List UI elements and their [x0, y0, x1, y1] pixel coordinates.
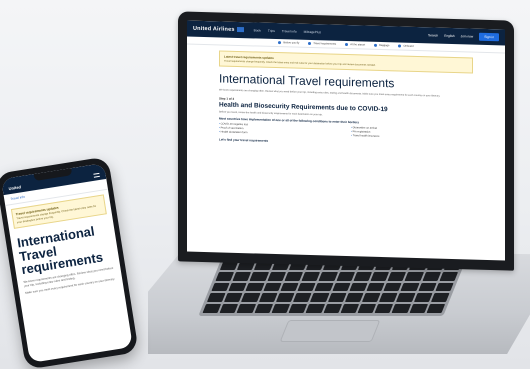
keyboard-key	[387, 271, 407, 281]
join-link[interactable]: Join now	[461, 34, 474, 38]
keyboard-key	[422, 271, 441, 281]
nav-link-mileageplus[interactable]: MileagePlus	[304, 30, 321, 34]
phone: United Travel info Travel requirements u…	[0, 156, 139, 369]
keyboard-key	[250, 271, 269, 281]
subnav-item-baggage[interactable]: Baggage	[374, 43, 389, 47]
keyboard-key	[258, 293, 278, 303]
laptop-trackpad	[279, 320, 381, 342]
keyboard-key	[426, 304, 446, 313]
nav-link-trips[interactable]: Trips	[268, 29, 275, 33]
subnav-item-travel-requirements[interactable]: Travel requirements	[308, 41, 336, 46]
keyboard-key	[404, 271, 424, 281]
search-link[interactable]: Search	[428, 33, 438, 37]
keyboard-key	[232, 271, 252, 281]
bag-icon	[374, 43, 378, 47]
keyboard-key	[357, 304, 377, 313]
keyboard-key	[340, 304, 359, 313]
keyboard-key	[271, 304, 291, 313]
main-nav: Book Trips Travel info MileagePlus	[254, 28, 321, 34]
keyboard-key	[435, 282, 454, 292]
page-body: Latest travel requirements updates Trave…	[187, 45, 505, 155]
keyboard-key	[228, 282, 248, 292]
keyboard-key	[318, 271, 338, 281]
keyboard-key	[254, 304, 273, 313]
keyboard-key	[241, 293, 261, 303]
nav-link-travel-info[interactable]: Travel info	[282, 29, 297, 33]
device-mockup-scene: United Airlines Book Trips Travel info M…	[0, 0, 530, 369]
keyboard-key	[322, 304, 342, 313]
subnav-item-airport[interactable]: At the airport	[345, 42, 365, 47]
keyboard-key	[301, 271, 321, 281]
keyboard-key	[305, 304, 325, 313]
nav-link-book[interactable]: Book	[254, 28, 261, 32]
keyboard-key	[439, 271, 459, 281]
keyboard-key	[327, 293, 347, 303]
keyboard-key	[215, 271, 235, 281]
keyboard-key	[366, 282, 385, 292]
alert-banner: Latest travel requirements updates Trave…	[219, 50, 473, 74]
document-icon	[308, 41, 312, 46]
keyboard-key	[391, 304, 411, 313]
keyboard-key	[288, 304, 308, 313]
keyboard-key	[361, 293, 381, 303]
keyboard-key	[202, 304, 222, 313]
keyboard-key	[292, 293, 312, 303]
keyboard-key	[348, 282, 368, 292]
keyboard-key	[417, 282, 437, 292]
subnav-item-onboard[interactable]: Onboard	[398, 44, 414, 48]
keyboard-key	[211, 282, 230, 292]
keyboard-key	[409, 304, 428, 313]
airport-icon	[345, 42, 349, 47]
laptop-screen: United Airlines Book Trips Travel info M…	[187, 20, 505, 261]
keyboard-key	[297, 282, 317, 292]
plane-icon	[278, 41, 282, 45]
keyboard-key	[331, 282, 351, 292]
keyboard-key	[344, 293, 364, 303]
keyboard-key	[374, 304, 394, 313]
subnav-item-before-you-fly[interactable]: Before you fly	[278, 41, 299, 45]
keyboard-key	[262, 282, 282, 292]
globe-logo-icon	[236, 26, 244, 33]
keyboard-key	[224, 293, 243, 303]
phone-screen: United Travel info Travel requirements u…	[1, 163, 133, 363]
laptop-lid: United Airlines Book Trips Travel info M…	[178, 11, 514, 271]
keyboard-key	[383, 282, 403, 292]
keyboard-key	[314, 282, 334, 292]
keyboard-key	[267, 271, 286, 281]
keyboard-key	[310, 293, 329, 303]
keyboard-key	[219, 304, 239, 313]
keyboard-key	[206, 293, 226, 303]
keyboard-key	[353, 271, 373, 281]
header-utilities: Search English Join now Sign in	[428, 31, 499, 42]
keyboard-key	[245, 282, 265, 292]
phone-logo[interactable]: United	[8, 184, 21, 191]
hamburger-menu-icon[interactable]	[93, 172, 100, 178]
keyboard-key	[275, 293, 295, 303]
keyboard-key	[400, 282, 420, 292]
keyboard-key	[236, 304, 256, 313]
keyboard-key	[430, 293, 450, 303]
keyboard-key	[284, 271, 304, 281]
keyboard-key	[370, 271, 390, 281]
keyboard-key	[396, 293, 415, 303]
keyboard-key	[280, 282, 299, 292]
keyboard-key	[413, 293, 433, 303]
language-selector[interactable]: English	[444, 34, 454, 38]
keyboard-key	[336, 271, 355, 281]
sign-in-button[interactable]: Sign in	[479, 32, 499, 42]
seat-icon	[398, 44, 402, 48]
site-logo[interactable]: United Airlines	[193, 26, 244, 33]
keyboard-key	[379, 293, 398, 303]
